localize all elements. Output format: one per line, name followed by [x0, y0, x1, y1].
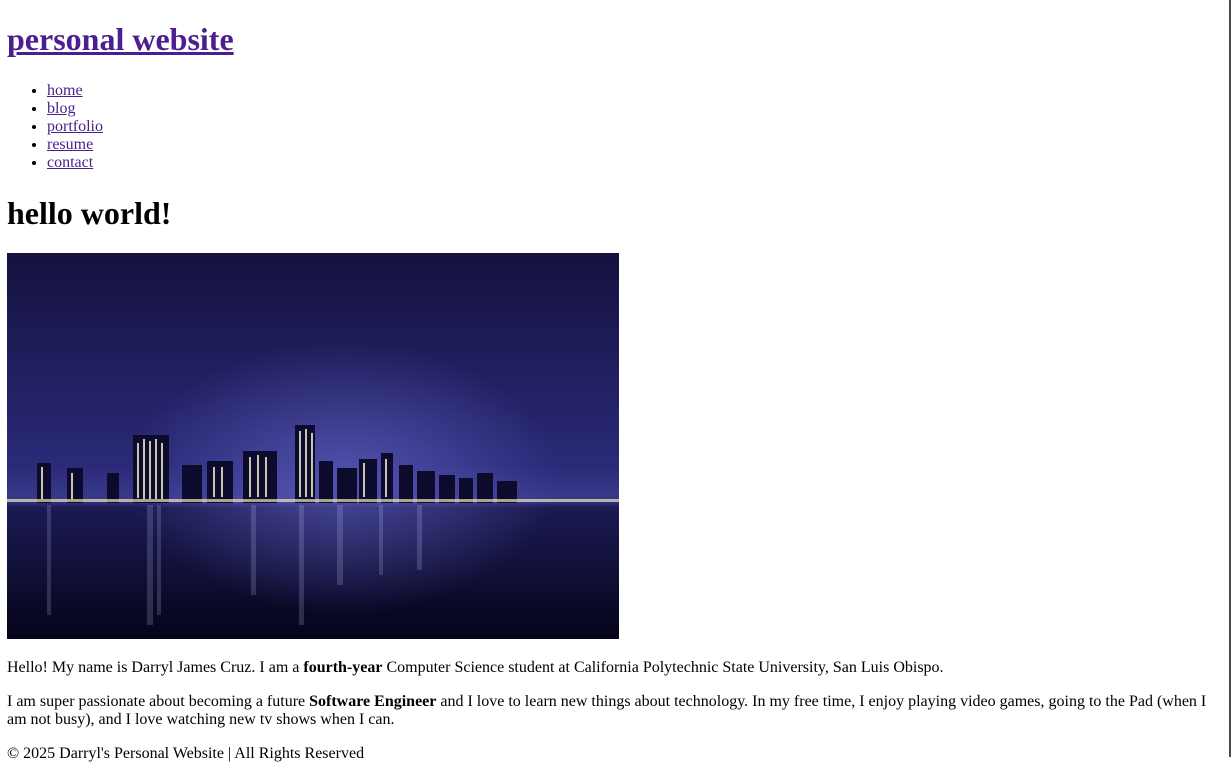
nav-item-resume: resume [47, 136, 1223, 154]
page-heading: hello world! [7, 195, 172, 231]
nav-link-contact[interactable]: contact [47, 154, 93, 171]
page: personal website home blog portfolio res… [0, 0, 1231, 763]
nav-link-home[interactable]: home [47, 82, 83, 99]
nav-item-home: home [47, 82, 1223, 100]
nav-link-blog[interactable]: blog [47, 100, 75, 117]
main-nav: home blog portfolio resume contact [7, 82, 1223, 172]
nav-item-contact: contact [47, 154, 1223, 172]
site-title-link[interactable]: personal website [7, 21, 234, 57]
nav-item-portfolio: portfolio [47, 118, 1223, 136]
nav-link-portfolio[interactable]: portfolio [47, 118, 103, 135]
city-skyline-image [7, 253, 619, 639]
nav-item-blog: blog [47, 100, 1223, 118]
footer-copyright: © 2025 Darryl's Personal Website | All R… [7, 745, 365, 762]
nav-link-resume[interactable]: resume [47, 136, 93, 153]
intro-paragraph: Hello! My name is Darryl James Cruz. I a… [7, 659, 944, 676]
about-paragraph: I am super passionate about becoming a f… [7, 693, 1207, 728]
site-title: personal website [7, 0, 1223, 57]
